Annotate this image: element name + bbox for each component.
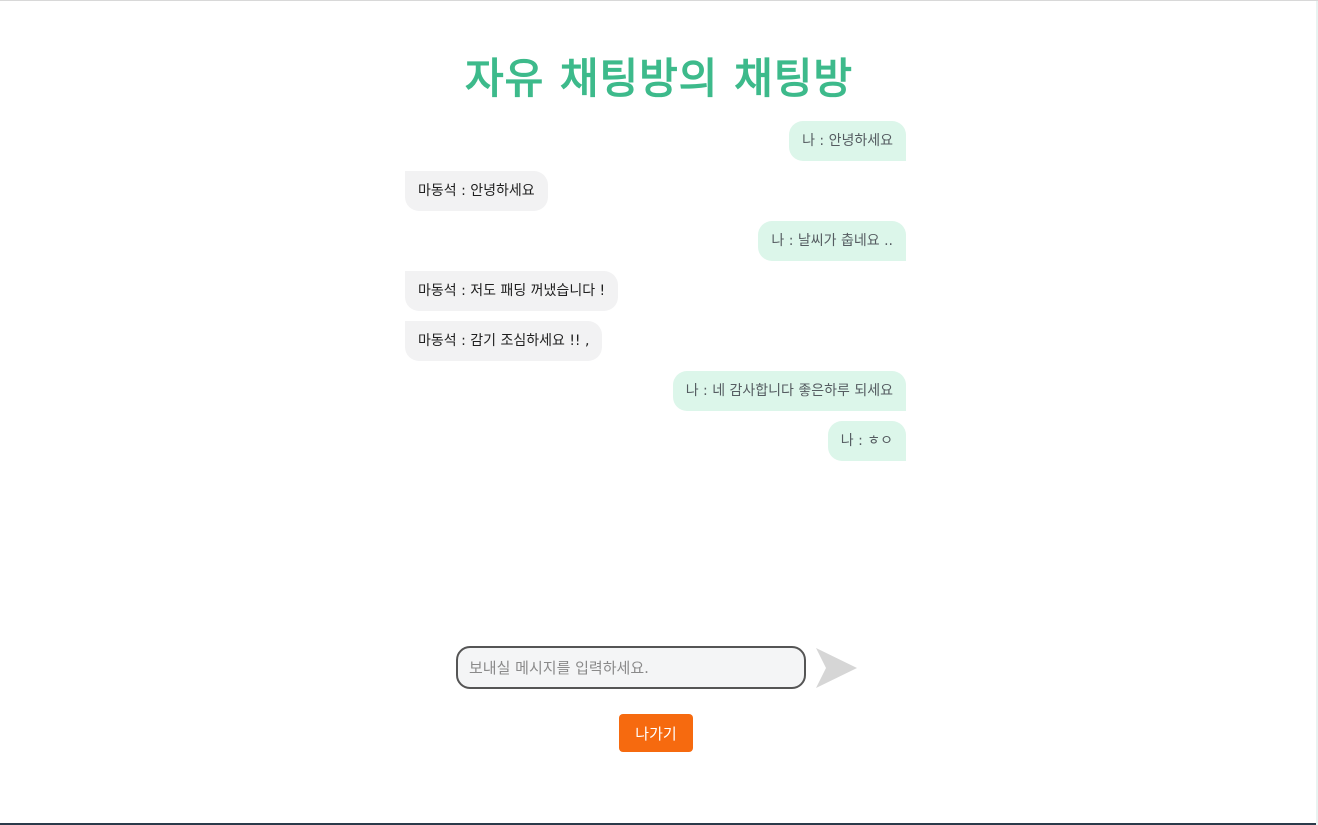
message-list[interactable]: 나 : 안녕하세요 마동석 : 안녕하세요 나 : 날씨가 춥네요 .. 마동석… [405, 121, 906, 461]
other-message-bubble: 마동석 : 저도 패딩 꺼냈습니다 ! [405, 271, 619, 311]
send-paper-plane-icon [816, 648, 857, 688]
my-message-bubble: 나 : 날씨가 춥네요 .. [758, 221, 906, 261]
other-message-bubble: 마동석 : 안녕하세요 [405, 171, 548, 211]
other-message-bubble: 마동석 : 감기 조심하세요 !! , [405, 321, 603, 361]
message-row: 마동석 : 저도 패딩 꺼냈습니다 ! [405, 271, 906, 311]
message-row: 나 : 안녕하세요 [405, 121, 906, 161]
message-row: 마동석 : 안녕하세요 [405, 171, 906, 211]
my-message-bubble: 나 : 네 감사합니다 좋은하루 되세요 [672, 371, 906, 411]
message-row: 나 : 네 감사합니다 좋은하루 되세요 [405, 371, 906, 411]
chat-page: 자유 채팅방의 채팅방 나 : 안녕하세요 마동석 : 안녕하세요 나 : 날씨… [0, 0, 1318, 825]
my-message-bubble: 나 : 안녕하세요 [789, 121, 906, 161]
page-title: 자유 채팅방의 채팅방 [464, 54, 853, 103]
composer [456, 646, 806, 689]
exit-button[interactable]: 나가기 [619, 714, 693, 752]
message-row: 나 : 날씨가 춥네요 .. [405, 221, 906, 261]
send-button[interactable] [813, 646, 859, 690]
my-message-bubble: 나 : ㅎㅇ [827, 421, 906, 461]
message-row: 나 : ㅎㅇ [405, 421, 906, 461]
message-input[interactable] [456, 646, 806, 689]
message-row: 마동석 : 감기 조심하세요 !! , [405, 321, 906, 361]
